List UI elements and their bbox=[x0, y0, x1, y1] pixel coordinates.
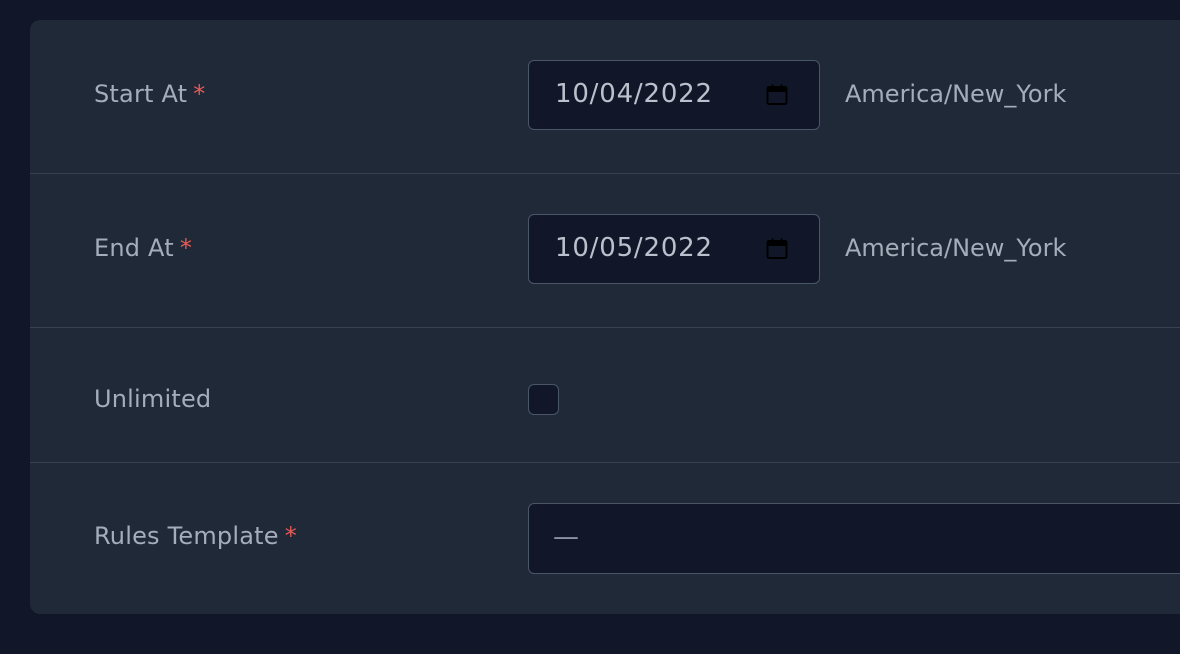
unlimited-label: Unlimited bbox=[94, 385, 212, 413]
required-marker: * bbox=[193, 80, 206, 108]
start-at-date-value: 10/04/2022 bbox=[555, 79, 713, 109]
rules-template-selected-value: — bbox=[553, 522, 579, 552]
start-at-row: Start At * 10/04/2022 America/New_York bbox=[30, 20, 1180, 174]
end-at-date-input[interactable]: 10/05/2022 bbox=[528, 214, 820, 284]
end-at-date-value: 10/05/2022 bbox=[555, 233, 713, 263]
calendar-icon[interactable] bbox=[765, 237, 789, 261]
end-at-row: End At * 10/05/2022 America/New_York bbox=[30, 174, 1180, 328]
rules-template-select[interactable]: — bbox=[528, 503, 1180, 574]
unlimited-row: Unlimited bbox=[30, 328, 1180, 463]
unlimited-checkbox[interactable] bbox=[528, 384, 559, 415]
start-at-label: Start At * bbox=[94, 80, 205, 108]
required-marker: * bbox=[284, 522, 297, 550]
end-at-label-text: End At bbox=[94, 234, 174, 262]
rules-template-label-text: Rules Template bbox=[94, 522, 279, 550]
required-marker: * bbox=[179, 234, 193, 262]
calendar-icon[interactable] bbox=[765, 83, 789, 107]
end-at-label: End At * bbox=[94, 234, 192, 262]
end-at-timezone: America/New_York bbox=[845, 234, 1067, 262]
start-at-date-input[interactable]: 10/04/2022 bbox=[528, 60, 820, 130]
rules-template-label: Rules Template * bbox=[94, 522, 297, 550]
start-at-timezone: America/New_York bbox=[845, 80, 1067, 108]
start-at-label-text: Start At bbox=[94, 80, 188, 108]
form-panel: Start At * 10/04/2022 America/New_York En… bbox=[30, 20, 1180, 614]
rules-template-row: Rules Template * — bbox=[30, 463, 1180, 614]
